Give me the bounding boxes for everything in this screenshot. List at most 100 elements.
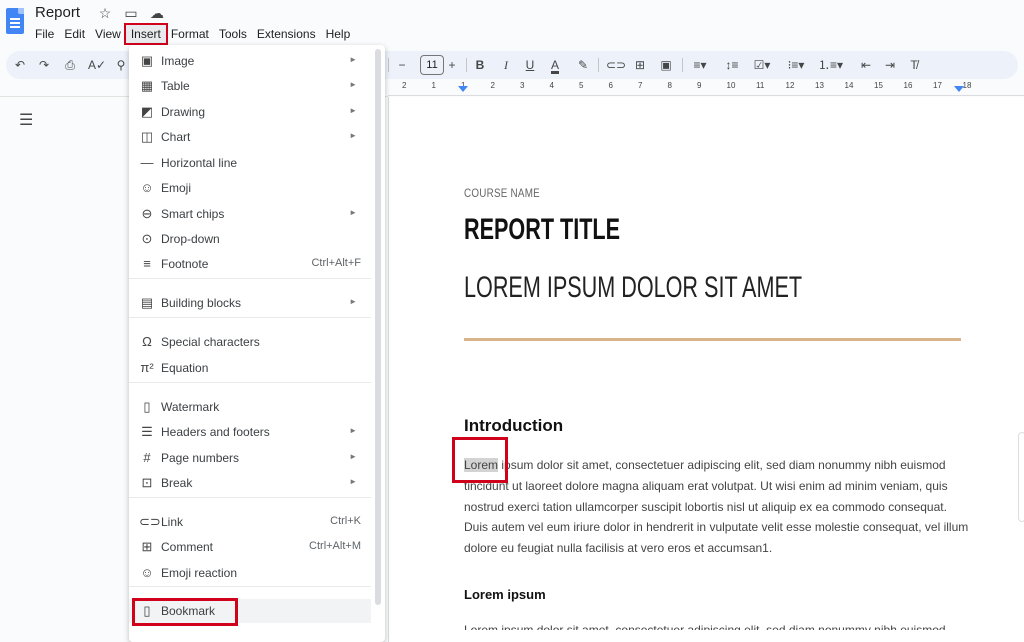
menu-item-label: Drawing	[161, 105, 206, 119]
menu-item-building-blocks[interactable]: ▤ Building blocks ►	[129, 291, 371, 315]
add-comment-icon[interactable]: ⊞	[632, 51, 648, 79]
menu-view[interactable]: View	[90, 25, 126, 43]
submenu-arrow-icon: ►	[349, 208, 357, 217]
align-icon[interactable]: ≡▾	[688, 51, 712, 79]
menu-file[interactable]: File	[30, 25, 59, 43]
menu-extensions[interactable]: Extensions	[252, 25, 321, 43]
ruler-tick-label: 7	[638, 81, 643, 90]
line-spacing-icon[interactable]: ↕≡	[724, 51, 740, 79]
cloud-status-icon[interactable]: ☁	[148, 5, 166, 22]
ruler[interactable]: 2 1 1 2 3 4 5 6 7 8 9 10 11 12 13 14 15 16 17 18	[388, 80, 1024, 96]
table-icon: ▦	[140, 78, 154, 93]
menu-insert[interactable]: Insert	[123, 23, 168, 45]
document-outline-icon[interactable]: ☰	[19, 110, 33, 130]
smart-chips-icon: ⊖	[141, 206, 153, 221]
print-icon[interactable]: ⎙	[62, 51, 78, 79]
increase-font-size-button[interactable]: +	[446, 51, 458, 79]
highlight-color-icon[interactable]: ✎	[576, 51, 590, 79]
checklist-icon[interactable]: ☑▾	[750, 51, 774, 79]
menu-item-emoji-reaction[interactable]: ☺ Emoji reaction	[129, 561, 371, 585]
menu-item-chart[interactable]: ◫ Chart ►	[129, 125, 371, 149]
ruler-tick-label: 3	[520, 81, 525, 90]
menu-help[interactable]: Help	[321, 25, 356, 43]
paragraph-text: ipsum dolor sit amet, consectetuer adipi…	[464, 458, 969, 556]
clear-formatting-icon[interactable]: T̸	[906, 51, 922, 79]
insert-image-icon[interactable]: ▣	[658, 51, 674, 79]
ruler-tick-label: 8	[667, 81, 672, 90]
underline-button[interactable]: U	[524, 51, 536, 79]
omega-icon: Ω	[142, 334, 152, 349]
menu-item-label: Emoji	[161, 181, 192, 195]
break-icon: ⊡	[141, 475, 153, 490]
course-name: COURSE NAME	[464, 186, 540, 200]
heading-lorem-ipsum: Lorem ipsum	[464, 587, 546, 602]
indent-marker[interactable]	[954, 86, 964, 92]
emoji-reaction-icon: ☺	[140, 565, 154, 580]
undo-icon[interactable]: ↶	[12, 51, 28, 79]
move-to-folder-icon[interactable]: ▭	[122, 5, 140, 22]
accent-divider	[464, 338, 961, 341]
submenu-arrow-icon: ►	[349, 106, 357, 115]
italic-button[interactable]: I	[500, 51, 512, 79]
spellcheck-icon[interactable]: A✓	[88, 51, 106, 79]
decrease-font-size-button[interactable]: −	[396, 51, 408, 79]
menu-item-label: Page numbers	[161, 451, 240, 465]
menu-item-link[interactable]: ⊂⊃ Link Ctrl+K	[129, 510, 371, 534]
submenu-arrow-icon: ►	[349, 131, 357, 140]
menu-item-horizontal-line[interactable]: — Horizontal line	[129, 151, 371, 175]
report-subtitle: LOREM IPSUM DOLOR SIT AMET	[464, 271, 803, 304]
redo-icon[interactable]: ↷	[36, 51, 52, 79]
shortcut-label: Ctrl+K	[330, 515, 361, 527]
font-size-input[interactable]: 11	[420, 55, 444, 75]
submenu-arrow-icon: ►	[349, 297, 357, 306]
menu-item-equation[interactable]: π² Equation	[129, 356, 371, 380]
decrease-indent-icon[interactable]: ⇤	[858, 51, 874, 79]
emoji-icon: ☺	[140, 180, 154, 195]
ruler-tick-label: 2	[490, 81, 495, 90]
insert-link-icon[interactable]: ⊂⊃	[606, 51, 626, 79]
text-color-button[interactable]: A	[548, 51, 562, 79]
ruler-tick-label: 9	[697, 81, 702, 90]
numbered-list-icon[interactable]: ⒈≡▾	[818, 51, 843, 79]
menu-item-drop-down[interactable]: ⊙ Drop-down	[129, 227, 371, 251]
menu-tools[interactable]: Tools	[214, 25, 252, 43]
menu-scrollbar[interactable]	[375, 49, 381, 605]
docs-logo-icon[interactable]	[6, 8, 24, 34]
menu-item-table[interactable]: ▦ Table ►	[129, 74, 371, 98]
document-title[interactable]: Report	[35, 4, 80, 21]
menu-item-image[interactable]: ▣ Image ►	[129, 49, 371, 73]
paragraph-introduction[interactable]: Lorem ipsum dolor sit amet, consectetuer…	[464, 455, 974, 559]
document-page[interactable]	[388, 97, 1024, 642]
menu-item-page-numbers[interactable]: # Page numbers ►	[129, 446, 371, 470]
chart-icon: ◫	[140, 129, 154, 144]
menu-item-label: Drop-down	[161, 232, 220, 246]
menu-item-label: Emoji reaction	[161, 566, 238, 580]
menu-item-watermark[interactable]: ▯ Watermark	[129, 395, 371, 419]
bold-button[interactable]: B	[474, 51, 486, 79]
menu-item-break[interactable]: ⊡ Break ►	[129, 471, 371, 495]
star-icon[interactable]: ☆	[96, 5, 114, 22]
ruler-tick-label: 17	[933, 81, 942, 90]
menu-item-drawing[interactable]: ◩ Drawing ►	[129, 100, 371, 124]
menu-item-footnote[interactable]: ≡ Footnote Ctrl+Alt+F	[129, 252, 371, 276]
menu-format[interactable]: Format	[166, 25, 214, 43]
menu-separator	[129, 317, 371, 318]
menu-item-emoji[interactable]: ☺ Emoji	[129, 176, 371, 200]
menu-item-special-characters[interactable]: Ω Special characters	[129, 330, 371, 354]
ruler-tick-label: 12	[785, 81, 795, 90]
headers-footers-icon: ☰	[141, 424, 153, 439]
menu-item-smart-chips[interactable]: ⊖ Smart chips ►	[129, 202, 371, 226]
increase-indent-icon[interactable]: ⇥	[882, 51, 898, 79]
menu-item-headers-and-footers[interactable]: ☰ Headers and footers ►	[129, 420, 371, 444]
indent-marker[interactable]	[458, 86, 468, 92]
bulleted-list-icon[interactable]: ⁝≡▾	[784, 51, 808, 79]
heading-introduction: Introduction	[464, 416, 564, 435]
paint-format-icon[interactable]: ⚲	[114, 51, 128, 79]
dropdown-icon: ⊙	[141, 231, 153, 246]
menu-item-label: Headers and footers	[161, 425, 270, 439]
ruler-tick-label: 16	[903, 81, 913, 90]
menu-edit[interactable]: Edit	[59, 25, 90, 43]
menu-item-comment[interactable]: ⊞ Comment Ctrl+Alt+M	[129, 535, 371, 559]
side-panel-handle[interactable]	[1018, 432, 1024, 522]
submenu-arrow-icon: ►	[349, 477, 357, 486]
